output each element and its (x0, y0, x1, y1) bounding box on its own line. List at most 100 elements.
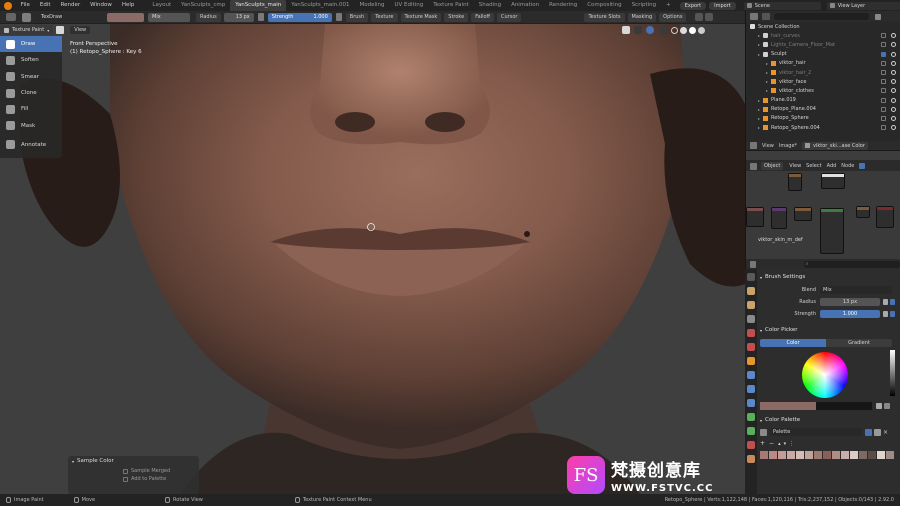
node-add-menu[interactable]: Add (827, 163, 837, 169)
expand-arrow-icon[interactable]: ▸ (766, 79, 768, 84)
data-tab-icon[interactable] (747, 427, 755, 435)
tool-annotate[interactable]: Annotate (0, 137, 62, 153)
tool-fill[interactable]: Fill (0, 101, 62, 117)
menu-help[interactable]: Help (117, 0, 140, 11)
copy-palette-icon[interactable] (874, 428, 881, 436)
palette-swatch[interactable] (805, 451, 813, 459)
render-tab-icon[interactable] (747, 287, 755, 295)
exclude-checkbox[interactable] (881, 33, 886, 39)
view-object-types-icon[interactable] (622, 26, 630, 34)
eye-icon[interactable] (891, 106, 896, 112)
node-texture-1[interactable] (788, 173, 802, 191)
tab-texture-paint[interactable]: Texture Paint (428, 0, 474, 11)
editor-type-icon[interactable] (6, 13, 16, 21)
physics-tab-icon[interactable] (747, 399, 755, 407)
eyedropper-icon[interactable] (883, 299, 888, 305)
view-layer-tab-icon[interactable] (747, 315, 755, 323)
brush-icon[interactable] (22, 12, 31, 22)
add-color-icon[interactable]: + (760, 440, 765, 447)
texture-slots-menu[interactable]: Texture Slots (584, 12, 625, 22)
particles-tab-icon[interactable] (747, 385, 755, 393)
exclude-checkbox[interactable] (881, 97, 886, 103)
tool-smear[interactable]: Smear (0, 69, 62, 85)
node-output[interactable] (876, 206, 894, 228)
eye-icon[interactable] (891, 79, 896, 85)
paint-mask-icon[interactable] (56, 26, 65, 34)
properties-search-input[interactable]: ⌕ (803, 260, 900, 268)
expand-arrow-icon[interactable]: ▸ (766, 88, 768, 93)
tool-clone[interactable]: Clone (0, 85, 62, 101)
palette-swatch[interactable] (832, 451, 840, 459)
outliner-row[interactable]: ▸ viktor_hair_2 (746, 68, 900, 77)
shader-type-dropdown[interactable]: Object (761, 162, 784, 170)
tool-tab-icon[interactable] (747, 273, 755, 281)
sample-merged-checkbox[interactable] (123, 468, 128, 474)
exclude-checkbox[interactable] (881, 70, 886, 76)
primary-color-swatch[interactable] (760, 402, 816, 410)
node-principled-bsdf[interactable] (820, 208, 844, 254)
export-button[interactable]: Export (679, 1, 707, 10)
eye-icon[interactable] (891, 60, 896, 66)
tab-uv-editing[interactable]: UV Editing (390, 0, 429, 11)
show-gizmo-icon[interactable] (634, 26, 642, 34)
outliner-row[interactable]: ▸ Retopo_Plane.004 (746, 105, 900, 114)
eye-icon[interactable] (891, 125, 896, 131)
image-menu[interactable]: Image* (779, 143, 797, 149)
outliner-row[interactable]: ▸ Retopo_Sphere.004 (746, 123, 900, 132)
mirror-x-icon[interactable] (695, 13, 704, 21)
texture-mask-menu[interactable]: Texture Mask (400, 12, 442, 22)
eye-icon[interactable] (891, 42, 896, 48)
view-layer-selector[interactable]: View Layer (826, 1, 900, 10)
expand-arrow-icon[interactable]: ▸ (758, 42, 760, 47)
node-texture-2[interactable] (821, 173, 845, 189)
add-to-palette-option[interactable]: Add to Palette (68, 474, 199, 482)
sample-color-header[interactable]: ▾ Sample Color (68, 456, 199, 466)
strength-panel-field[interactable]: 1.000 (820, 310, 880, 318)
outliner-search-input[interactable] (774, 13, 869, 20)
move-up-icon[interactable]: ▴ (778, 441, 781, 447)
node-view-menu[interactable]: View (789, 163, 801, 169)
shading-rendered-icon[interactable] (698, 26, 705, 34)
tab-scripting[interactable]: Scripting (627, 0, 661, 11)
filter-icon[interactable] (875, 13, 881, 20)
eye-icon[interactable] (891, 51, 896, 57)
brush-settings-header[interactable]: ▾ Brush Settings (760, 272, 900, 282)
node-editor-icon[interactable] (750, 162, 757, 170)
palette-swatch[interactable] (823, 451, 831, 459)
eye-icon[interactable] (891, 97, 896, 103)
expand-arrow-icon[interactable]: ▸ (758, 107, 760, 112)
sample-merged-option[interactable]: Sample Merged (68, 466, 199, 474)
modifier-tab-icon[interactable] (747, 371, 755, 379)
pressure-icon[interactable] (890, 311, 895, 317)
exclude-checkbox[interactable] (881, 115, 886, 121)
blender-logo-icon[interactable] (4, 1, 12, 10)
3d-viewport[interactable] (0, 24, 745, 494)
shader-node-editor[interactable]: Object View Select Add Node viktor_skin_… (745, 161, 900, 259)
brush-menu[interactable]: Brush (345, 12, 369, 22)
tab-gradient[interactable]: Gradient (826, 338, 892, 347)
eye-icon[interactable] (891, 88, 896, 94)
color-picker-header[interactable]: ▾ Color Picker (760, 325, 900, 335)
palette-swatch[interactable] (814, 451, 822, 459)
material-tab-icon[interactable] (747, 441, 755, 449)
falloff-menu[interactable]: Falloff (471, 12, 494, 22)
palette-swatch[interactable] (859, 451, 867, 459)
outliner-row[interactable]: ▸ Retopo_Sphere (746, 114, 900, 123)
strength-field[interactable]: Strength 1.000 (267, 12, 332, 22)
node-select-menu[interactable]: Select (806, 163, 821, 169)
mode-selector[interactable]: Texture Paint ▾ (0, 25, 54, 35)
exclude-checkbox[interactable] (881, 125, 886, 131)
outliner-row[interactable]: ▸ hair_curves (746, 31, 900, 40)
secondary-color-swatch[interactable] (816, 402, 872, 410)
masking-menu[interactable]: Masking (627, 12, 657, 22)
scene-collection-row[interactable]: Scene Collection (746, 22, 900, 31)
node-image[interactable] (794, 207, 812, 221)
palette-name-field[interactable]: Palette (770, 428, 862, 436)
close-icon[interactable]: × (883, 429, 890, 436)
pressure-strength-icon[interactable] (335, 13, 342, 21)
expand-arrow-icon[interactable]: ▸ (758, 52, 760, 57)
expand-arrow-icon[interactable]: ▸ (758, 125, 760, 130)
palette-swatch[interactable] (760, 451, 768, 459)
palette-swatch[interactable] (796, 451, 804, 459)
properties-editor-icon[interactable] (750, 260, 756, 268)
